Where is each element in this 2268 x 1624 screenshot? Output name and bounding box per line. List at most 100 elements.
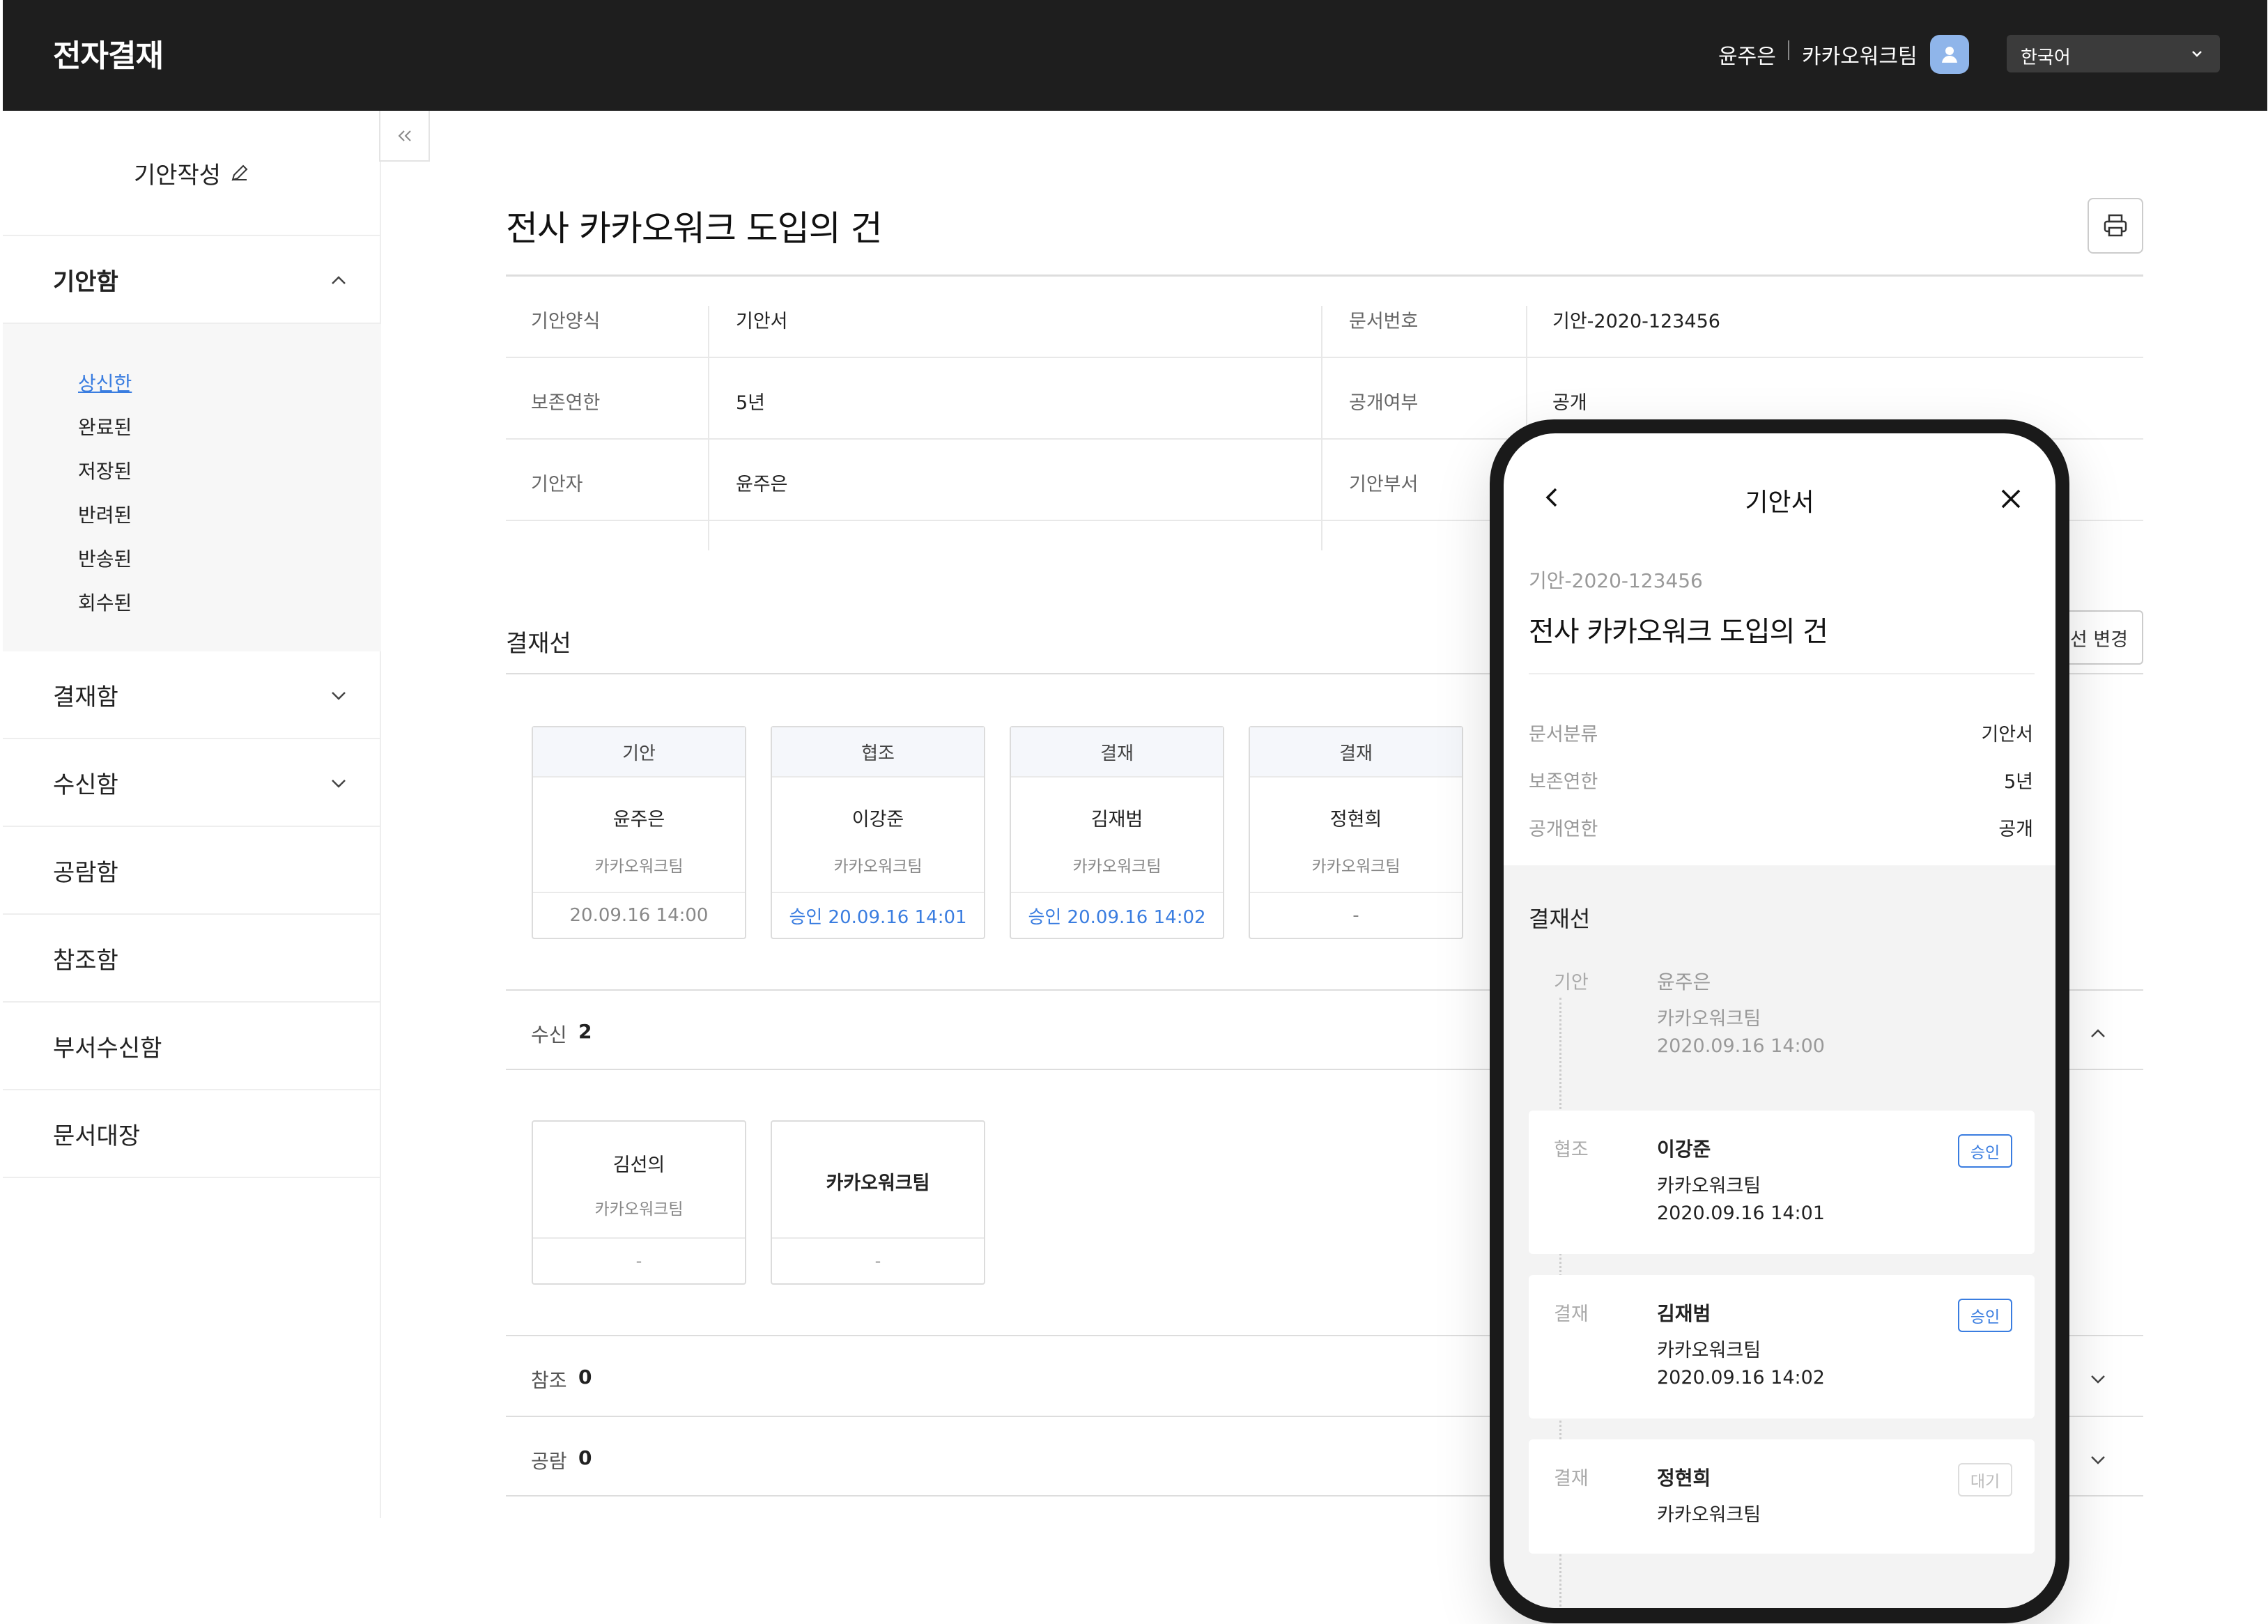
submenu-item-rejected[interactable]: 반려된 [78, 500, 132, 528]
retention-label: 보존연한 [531, 392, 601, 414]
menu-circulation[interactable]: 공람함 [3, 827, 381, 915]
approval-step: 결재 정현희 카카오워크팀 대기 [1529, 1439, 2035, 1554]
user-name: 윤주은 [1718, 45, 1776, 69]
field-label: 공개연한 [1529, 819, 1598, 840]
step-type: 결재 [1554, 1468, 1589, 1490]
form-label: 기안양식 [531, 311, 601, 332]
menu-draftbox[interactable]: 기안함 [3, 236, 381, 324]
step-name: 이강준 [1657, 1138, 1711, 1161]
menu-draftbox-label: 기안함 [53, 268, 118, 296]
print-button[interactable] [2088, 198, 2143, 254]
step-team: 카카오워크팀 [1657, 1008, 1761, 1030]
field-value: 5년 [2003, 771, 2033, 793]
docno-label: 문서번호 [1349, 311, 1419, 332]
approver-team: 카카오워크팀 [833, 858, 923, 876]
public-label: 공개여부 [1349, 392, 1419, 414]
chevron-up-icon [332, 276, 346, 284]
menu-dept-inbox[interactable]: 부서수신함 [3, 1003, 381, 1090]
menu-inbox-label: 수신함 [53, 771, 118, 799]
step-team: 카카오워크팀 [1657, 1340, 1761, 1361]
step-team: 카카오워크팀 [1657, 1504, 1761, 1526]
step-date: 2020.09.16 14:02 [1657, 1367, 1825, 1389]
approval-type: 협조 [772, 727, 984, 778]
receiver-team: 카카오워크팀 [826, 1173, 930, 1194]
form-value: 기안서 [736, 311, 788, 332]
divider [1529, 673, 2035, 674]
reference-label: 참조 [531, 1369, 567, 1392]
step-name: 김재범 [1657, 1302, 1711, 1325]
user-icon [1942, 47, 1957, 63]
step-type: 결재 [1554, 1304, 1589, 1325]
approval-status: 승인 20.09.16 14:02 [1011, 892, 1223, 938]
submenu-item-saved[interactable]: 저장된 [78, 456, 132, 484]
chevron-down-icon [332, 780, 346, 788]
approval-status: 승인 20.09.16 14:01 [772, 892, 984, 938]
step-name: 윤주은 [1657, 970, 1711, 993]
status-badge: 대기 [1958, 1463, 2012, 1497]
approval-type: 결재 [1250, 727, 1462, 778]
retention-value: 5년 [736, 392, 766, 414]
menu-dept-inbox-label: 부서수신함 [53, 1034, 162, 1062]
language-select[interactable]: 한국어 [2007, 35, 2220, 72]
chevron-down-icon [2192, 51, 2202, 57]
submenu-item-submitted[interactable]: 상신한 [78, 369, 132, 396]
drafter-value: 윤주은 [736, 474, 788, 495]
field-label: 문서분류 [1529, 724, 1598, 745]
receive-status: - [533, 1237, 745, 1283]
approval-line-title: 결재선 [506, 630, 571, 658]
team-name: 카카오워크팀 [1802, 45, 1918, 69]
menu-reference[interactable]: 참조함 [3, 915, 381, 1003]
menu-inbox[interactable]: 수신함 [3, 739, 381, 827]
approver-team: 카카오워크팀 [1072, 858, 1162, 876]
menu-approvalbox[interactable]: 결재함 [3, 651, 381, 739]
field-value: 기안서 [1981, 724, 2033, 745]
approval-card: 결재 김재범 카카오워크팀 승인 20.09.16 14:02 [1010, 726, 1224, 939]
collapse-sidebar-button[interactable] [379, 111, 430, 162]
step-name: 정현희 [1657, 1467, 1711, 1490]
step-type: 협조 [1554, 1139, 1589, 1161]
sidebar: 기안작성 기안함 상신한 완료된 저장된 반려된 반송된 회수된 결재함 수신함… [3, 111, 381, 1518]
step-team: 카카오워크팀 [1657, 1175, 1761, 1197]
receiver-name: 김선의 [612, 1154, 665, 1176]
approver-name: 정현희 [1329, 809, 1382, 830]
submenu-item-completed[interactable]: 완료된 [78, 412, 132, 440]
pencil-icon [231, 164, 248, 181]
circulation-count: 0 [578, 1446, 592, 1469]
chevron-down-icon [2091, 1375, 2105, 1384]
menu-reference-label: 참조함 [53, 946, 118, 975]
menu-circulation-label: 공람함 [53, 858, 118, 887]
approval-step: 결재 김재범 카카오워크팀 2020.09.16 14:02 승인 [1529, 1275, 2035, 1418]
mobile-doc-title: 전사 카카오워크 도입의 건 [1529, 616, 1828, 648]
chevron-down-icon [2091, 1456, 2105, 1464]
app-title[interactable]: 전자결재 [53, 31, 164, 75]
close-icon[interactable] [1997, 485, 2025, 513]
submenu-item-returned[interactable]: 반송된 [78, 544, 132, 572]
divider [1788, 40, 1789, 60]
avatar[interactable] [1930, 35, 1969, 74]
receive-count: 2 [578, 1020, 592, 1043]
field-label: 보존연한 [1529, 771, 1598, 793]
approval-step: 협조 이강준 카카오워크팀 2020.09.16 14:01 승인 [1529, 1111, 2035, 1254]
menu-document-ledger[interactable]: 문서대장 [3, 1090, 381, 1178]
public-value: 공개 [1552, 392, 1587, 414]
receiver-team: 카카오워크팀 [594, 1200, 684, 1219]
reference-count: 0 [578, 1366, 592, 1389]
submenu-item-withdrawn[interactable]: 회수된 [78, 588, 132, 616]
approval-card: 결재 정현희 카카오워크팀 - [1249, 726, 1463, 939]
draft-button[interactable]: 기안작성 [3, 111, 381, 236]
field-value: 공개 [1998, 819, 2033, 840]
draft-label: 기안작성 [133, 161, 222, 190]
double-chevron-left-icon [398, 130, 411, 141]
divider [1321, 469, 1322, 550]
step-date: 2020.09.16 14:01 [1657, 1202, 1825, 1224]
status-badge: 승인 [1958, 1134, 2012, 1168]
approval-card: 협조 이강준 카카오워크팀 승인 20.09.16 14:01 [771, 726, 985, 939]
dept-label: 기안부서 [1349, 474, 1419, 495]
mobile-preview: 기안서 기안-2020-123456 전사 카카오워크 도입의 건 문서분류 기… [1490, 419, 2069, 1623]
top-bar: 전자결재 윤주은 카카오워크팀 한국어 [3, 0, 2267, 111]
mobile-approval-title: 결재선 [1529, 906, 1591, 932]
approval-type: 결재 [1011, 727, 1223, 778]
language-value: 한국어 [2021, 47, 2071, 68]
docno-value: 기안-2020-123456 [1552, 311, 1720, 332]
menu-document-ledger-label: 문서대장 [53, 1122, 141, 1150]
